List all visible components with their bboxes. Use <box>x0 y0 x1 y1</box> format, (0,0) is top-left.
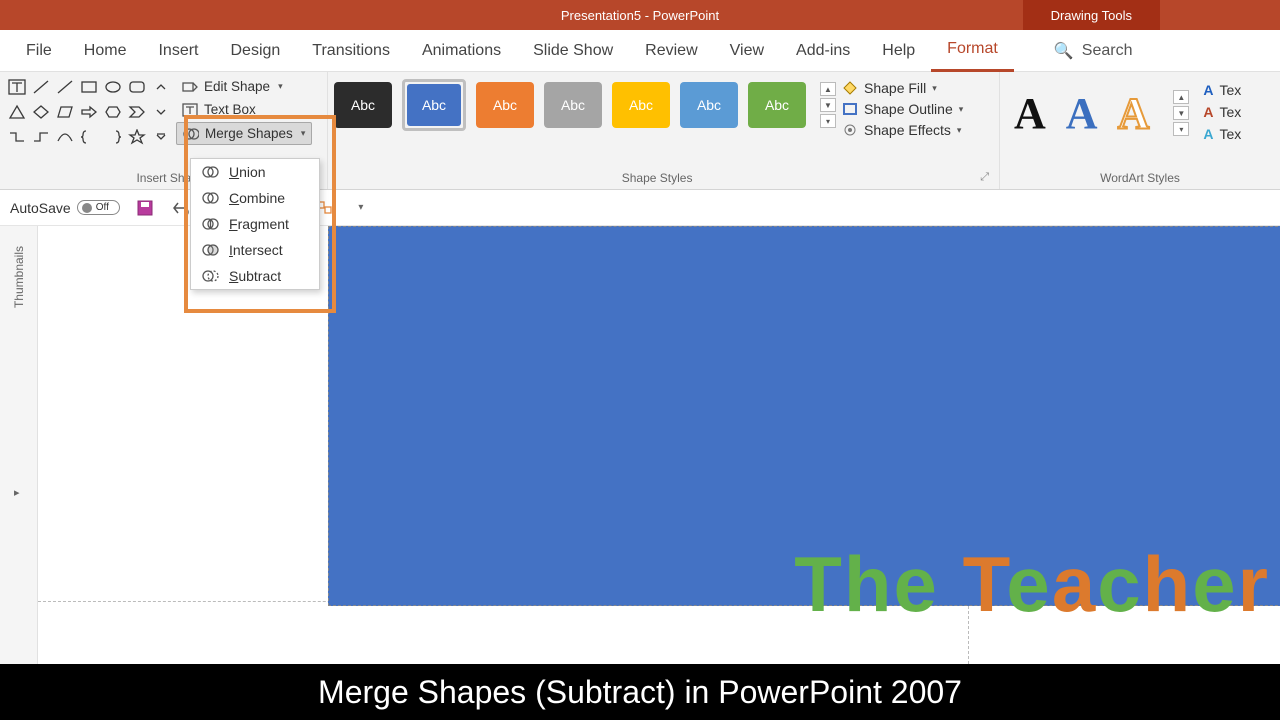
style-thumb-6[interactable]: Abc <box>680 82 738 128</box>
expand-icon[interactable]: ▸ <box>14 486 20 499</box>
shape-line-icon[interactable] <box>30 76 52 98</box>
thumbnails-label: Thumbnails <box>12 246 26 308</box>
shape-roundrect-icon[interactable] <box>126 76 148 98</box>
style-thumb-3[interactable]: Abc <box>476 82 534 128</box>
autosave-label: AutoSave <box>10 200 71 216</box>
edit-shape-label: Edit Shape <box>204 79 270 94</box>
shape-connector2-icon[interactable] <box>30 126 52 148</box>
shape-arrow-right-icon[interactable] <box>78 101 100 123</box>
wordart-thumb-3[interactable]: A <box>1118 88 1150 139</box>
slide-canvas-area: ▸ Thumbnails The Teacher <box>0 226 1280 664</box>
chevron-down-icon: ▾ <box>959 104 964 115</box>
tab-addins[interactable]: Add-ins <box>780 30 866 72</box>
merge-intersect[interactable]: Intersect <box>191 237 319 263</box>
wordart-thumb-2[interactable]: A <box>1066 88 1098 139</box>
autosave-toggle[interactable]: AutoSave Off <box>10 200 120 216</box>
tab-home[interactable]: Home <box>68 30 143 72</box>
tab-animations[interactable]: Animations <box>406 30 517 72</box>
shape-connector-icon[interactable] <box>6 126 28 148</box>
shape-parallelogram-icon[interactable] <box>54 101 76 123</box>
style-thumb-1[interactable]: Abc <box>334 82 392 128</box>
text-effects-button[interactable]: ATex <box>1203 126 1241 142</box>
shape-fill-button[interactable]: Shape Fill ▾ <box>842 80 963 96</box>
context-tab-drawing-tools[interactable]: Drawing Tools <box>1023 0 1160 30</box>
group-shape-styles: Abc Abc Abc Abc Abc Abc Abc ▲▼▾ Shape Fi… <box>328 72 1000 189</box>
shape-rect-icon[interactable] <box>78 76 100 98</box>
chevron-down-icon: ▾ <box>932 83 937 94</box>
style-thumb-5[interactable]: Abc <box>612 82 670 128</box>
shape-line2-icon[interactable] <box>54 76 76 98</box>
shape-fill-label: Shape Fill <box>864 80 926 96</box>
tab-format[interactable]: Format <box>931 30 1014 72</box>
chevron-down-icon: ▾ <box>278 81 283 92</box>
merge-fragment[interactable]: Fragment <box>191 211 319 237</box>
caption-text: Merge Shapes (Subtract) in PowerPoint 20… <box>318 674 962 711</box>
shape-chevron-icon[interactable] <box>126 101 148 123</box>
shape-effects-button[interactable]: Shape Effects ▾ <box>842 122 963 138</box>
shape-hexagon-icon[interactable] <box>102 101 124 123</box>
dialog-launcher-icon[interactable]: ⤢ <box>980 171 993 187</box>
tab-view[interactable]: View <box>714 30 780 72</box>
shape-triangle-icon[interactable] <box>6 101 28 123</box>
tab-file[interactable]: File <box>10 30 68 72</box>
thumbnail-panel-collapsed[interactable]: ▸ Thumbnails <box>0 226 38 664</box>
text-outline-button[interactable]: ATex <box>1203 104 1241 120</box>
save-icon[interactable] <box>134 197 156 219</box>
tab-review[interactable]: Review <box>629 30 713 72</box>
shape-outline-label: Shape Outline <box>864 101 953 117</box>
gallery-up-icon[interactable] <box>150 76 172 98</box>
style-thumb-2-selected[interactable]: Abc <box>402 79 466 131</box>
tell-me-search[interactable]: 🔍 Search <box>1034 41 1153 61</box>
watermark-logo: The Teacher <box>794 539 1270 630</box>
shape-brace-icon[interactable] <box>78 126 100 148</box>
chevron-down-icon: ▾ <box>957 125 962 136</box>
edit-shape-button[interactable]: Edit Shape ▾ <box>176 76 312 97</box>
shape-style-gallery[interactable]: Abc Abc Abc Abc Abc Abc Abc ▲▼▾ <box>334 76 836 138</box>
gallery-scrollbar[interactable]: ▲▼▾ <box>1173 90 1189 136</box>
wordart-gallery[interactable]: A A A ▲▼▾ <box>1006 76 1197 142</box>
shape-brace2-icon[interactable] <box>102 126 124 148</box>
group-label: Shape Styles <box>334 171 980 187</box>
shape-oval-icon[interactable] <box>102 76 124 98</box>
merge-combine[interactable]: Combine <box>191 185 319 211</box>
shape-gallery[interactable] <box>6 76 172 148</box>
style-thumb-4[interactable]: Abc <box>544 82 602 128</box>
shape-diamond-icon[interactable] <box>30 101 52 123</box>
tab-transitions[interactable]: Transitions <box>296 30 406 72</box>
tab-insert[interactable]: Insert <box>142 30 214 72</box>
search-label: Search <box>1082 42 1133 60</box>
slide-editor[interactable]: The Teacher <box>38 226 1280 664</box>
shape-star-icon[interactable] <box>126 126 148 148</box>
text-box-label: Text Box <box>204 102 256 117</box>
gallery-down-icon[interactable] <box>150 101 172 123</box>
wordart-thumb-1[interactable]: A <box>1014 88 1046 139</box>
merge-shapes-label: Merge Shapes <box>205 126 293 141</box>
search-icon: 🔍 <box>1054 41 1074 61</box>
undo-icon[interactable] <box>170 197 192 219</box>
merge-subtract[interactable]: Subtract <box>191 263 319 289</box>
title-bar: Presentation5 - PowerPoint Drawing Tools <box>0 0 1280 30</box>
shape-effects-label: Shape Effects <box>864 122 951 138</box>
text-fill-button[interactable]: ATex <box>1203 82 1241 98</box>
shape-outline-button[interactable]: Shape Outline ▾ <box>842 101 963 117</box>
chevron-down-icon: ▾ <box>301 128 306 139</box>
group-label: WordArt Styles <box>1006 171 1274 187</box>
tab-design[interactable]: Design <box>214 30 296 72</box>
window-title: Presentation5 - PowerPoint <box>561 8 719 23</box>
shape-curve-icon[interactable] <box>54 126 76 148</box>
text-box-button[interactable]: Text Box <box>176 99 312 120</box>
style-thumb-7[interactable]: Abc <box>748 82 806 128</box>
shape-textbox-icon[interactable] <box>6 76 28 98</box>
merge-shapes-dropdown: Union Combine Fragment Intersect Subtrac… <box>190 158 320 290</box>
merge-shapes-button[interactable]: Merge Shapes ▾ <box>176 122 312 145</box>
tab-help[interactable]: Help <box>866 30 931 72</box>
video-caption: Merge Shapes (Subtract) in PowerPoint 20… <box>0 664 1280 720</box>
ribbon-tabs: File Home Insert Design Transitions Anim… <box>0 30 1280 72</box>
merge-union[interactable]: Union <box>191 159 319 185</box>
gallery-more-icon[interactable] <box>150 126 172 148</box>
group-wordart-styles: A A A ▲▼▾ ATex ATex ATex WordArt Styles <box>1000 72 1280 189</box>
tab-slideshow[interactable]: Slide Show <box>517 30 629 72</box>
qat-dropdown-icon[interactable]: ▾ <box>350 197 372 219</box>
gallery-scrollbar[interactable]: ▲▼▾ <box>820 82 836 128</box>
